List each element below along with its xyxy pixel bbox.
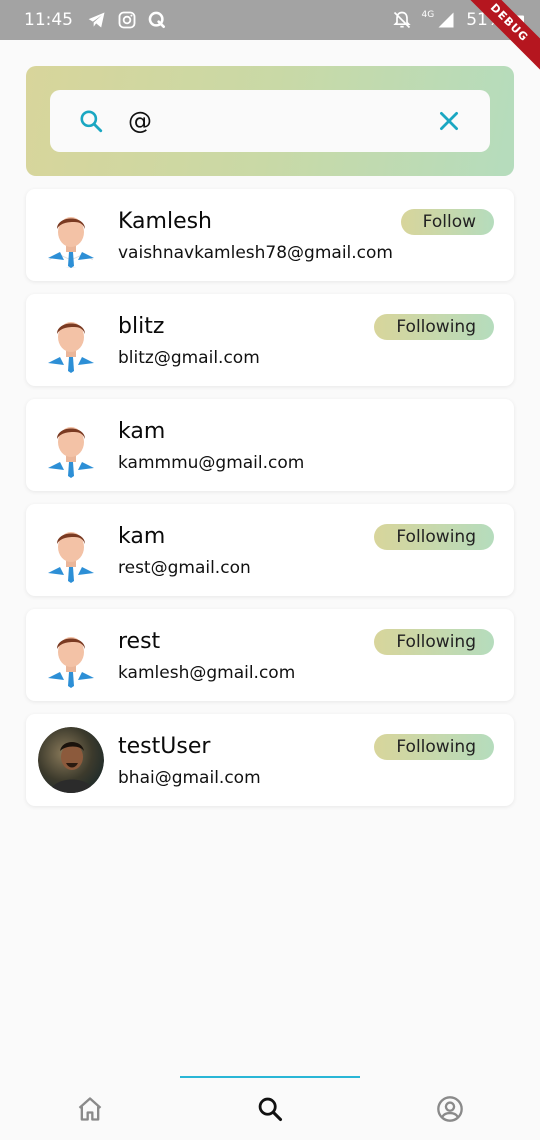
user-email: rest@gmail.con — [118, 558, 251, 578]
user-name: testUser — [118, 734, 211, 759]
account-icon — [437, 1096, 463, 1122]
following-button[interactable]: Following — [374, 629, 494, 655]
telegram-icon — [88, 12, 105, 28]
follow-button[interactable]: Follow — [400, 209, 494, 235]
user-email: kamlesh@gmail.com — [118, 663, 296, 683]
user-email: blitz@gmail.com — [118, 348, 260, 368]
instagram-icon — [118, 11, 136, 29]
search-panel — [26, 66, 514, 176]
user-name: kam — [118, 524, 166, 549]
user-list: Kamlesh vaishnavkamlesh78@gmail.com Foll… — [26, 189, 514, 819]
user-name: rest — [118, 629, 161, 654]
default-avatar-icon — [38, 622, 104, 688]
search-input[interactable] — [128, 107, 408, 135]
following-button[interactable]: Following — [374, 524, 494, 550]
user-card[interactable]: kam rest@gmail.con Following — [26, 504, 514, 596]
user-name: blitz — [118, 314, 165, 339]
status-bar: 11:45 4G 51% DEBUG — [0, 0, 540, 77]
user-email: bhai@gmail.com — [118, 768, 261, 788]
user-card[interactable]: rest kamlesh@gmail.com Following — [26, 609, 514, 701]
user-name: Kamlesh — [118, 209, 213, 234]
avatar — [38, 622, 104, 688]
user-email: vaishnavkamlesh78@gmail.com — [118, 243, 393, 263]
status-left: 11:45 — [24, 10, 167, 30]
signal-icon — [438, 12, 454, 28]
avatar — [38, 517, 104, 583]
default-avatar-icon — [38, 202, 104, 268]
nav-account[interactable] — [435, 1094, 465, 1124]
search-icon — [80, 110, 103, 133]
nav-home[interactable] — [75, 1094, 105, 1124]
avatar — [38, 307, 104, 373]
avatar — [38, 202, 104, 268]
following-button[interactable]: Following — [374, 734, 494, 760]
user-card[interactable]: Kamlesh vaishnavkamlesh78@gmail.com Foll… — [26, 189, 514, 281]
notifications-off-icon — [392, 11, 411, 29]
active-tab-indicator — [180, 1076, 360, 1078]
search-bar[interactable] — [50, 90, 490, 152]
user-card[interactable]: blitz blitz@gmail.com Following — [26, 294, 514, 386]
avatar — [38, 727, 104, 793]
nav-search[interactable] — [255, 1094, 285, 1124]
default-avatar-icon — [38, 307, 104, 373]
close-icon[interactable] — [436, 108, 462, 134]
user-photo — [38, 727, 104, 793]
network-type: 4G — [421, 10, 435, 20]
default-avatar-icon — [38, 517, 104, 583]
user-card[interactable]: kam kammmu@gmail.com — [26, 399, 514, 491]
bottom-navigation — [0, 1076, 540, 1140]
avatar — [38, 412, 104, 478]
following-button[interactable]: Following — [374, 314, 494, 340]
default-avatar-icon — [38, 412, 104, 478]
user-card[interactable]: testUser bhai@gmail.com Following — [26, 714, 514, 806]
user-email: kammmu@gmail.com — [118, 453, 305, 473]
home-icon — [78, 1097, 102, 1121]
q-app-icon — [148, 11, 165, 28]
user-name: kam — [118, 419, 166, 444]
search-icon — [258, 1097, 283, 1122]
status-time: 11:45 — [24, 10, 73, 30]
